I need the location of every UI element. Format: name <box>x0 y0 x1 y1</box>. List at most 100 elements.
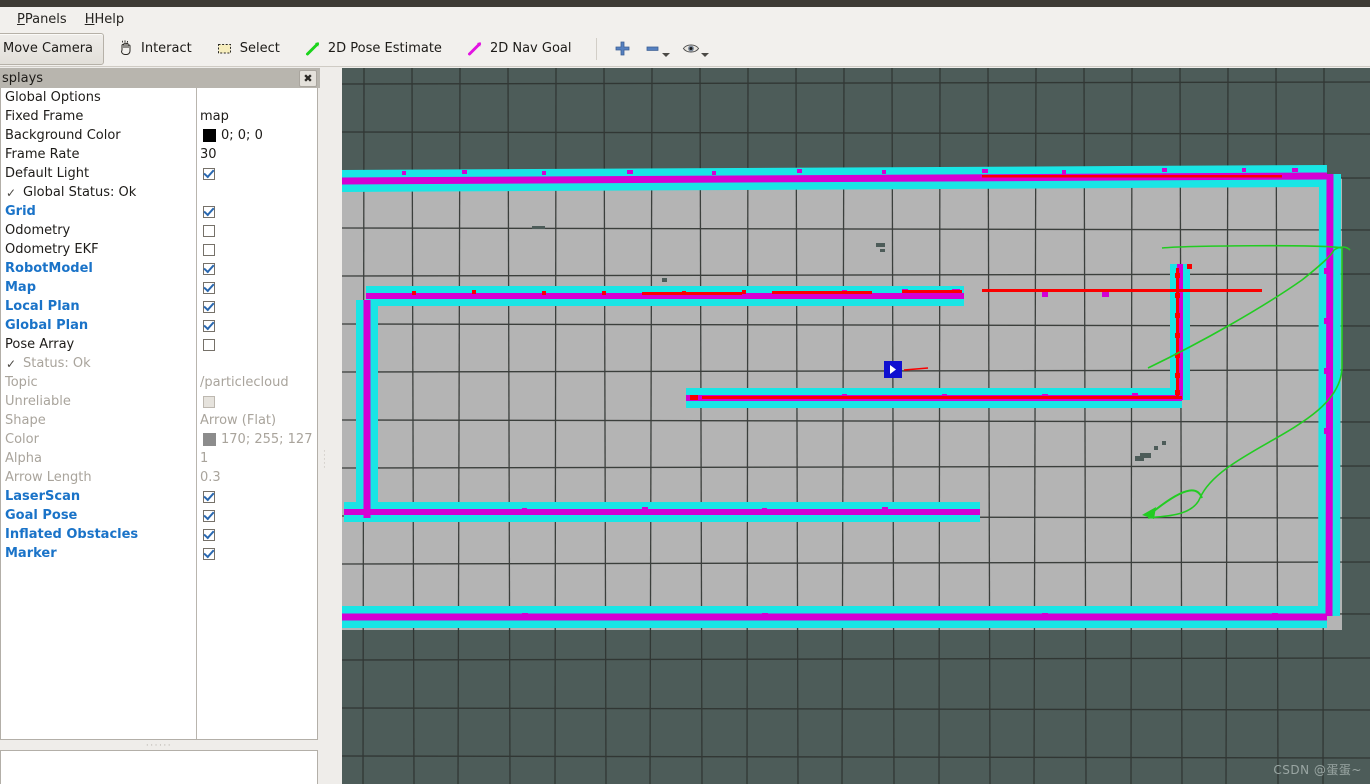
property-row[interactable]: Local Plan <box>1 297 317 316</box>
property-label-global-options: Global Options <box>1 88 197 107</box>
property-value-background-color[interactable]: 0; 0; 0 <box>198 126 317 145</box>
property-value-marker[interactable] <box>198 544 317 563</box>
panel-horizontal-splitter[interactable]: ······ <box>0 741 318 751</box>
property-row[interactable]: Pose Array <box>1 335 317 354</box>
property-row[interactable]: Odometry <box>1 221 317 240</box>
property-row[interactable]: RobotModel <box>1 259 317 278</box>
property-row[interactable]: Goal Pose <box>1 506 317 525</box>
property-label-inflated-obstacles: Inflated Obstacles <box>1 525 197 544</box>
property-value-grid[interactable] <box>198 202 317 221</box>
map-scene <box>342 68 1370 784</box>
enable-checkbox-goal-pose[interactable] <box>203 509 215 522</box>
property-value-pose-array[interactable] <box>198 335 317 354</box>
display-property-tree[interactable]: Global Options Fixed Frame map Background C… <box>0 88 318 740</box>
chevron-down-icon[interactable] <box>701 52 710 57</box>
menu-help-label: Help <box>94 11 125 27</box>
property-row[interactable]: Color 170; 255; 127 <box>1 430 317 449</box>
property-value-local-plan[interactable] <box>198 297 317 316</box>
enable-checkbox-map[interactable] <box>203 281 215 294</box>
property-value-map[interactable] <box>198 278 317 297</box>
property-value-default-light[interactable] <box>198 164 317 183</box>
property-row[interactable]: Fixed Frame map <box>1 107 317 126</box>
add-tool-button[interactable] <box>607 40 637 58</box>
property-value-pose-array-unreliable[interactable] <box>198 392 317 411</box>
property-row[interactable]: ✓ Global Status: Ok <box>1 183 317 202</box>
enable-checkbox-default-light[interactable] <box>203 167 215 180</box>
enable-checkbox-marker[interactable] <box>203 547 215 560</box>
property-value-pose-array-topic[interactable]: /particlecloud <box>198 373 317 392</box>
property-row[interactable]: Unreliable <box>1 392 317 411</box>
property-name-text: Map <box>5 280 37 295</box>
enable-checkbox-odometry[interactable] <box>203 224 215 237</box>
property-row[interactable]: ✓ Status: Ok <box>1 354 317 373</box>
property-row[interactable]: LaserScan <box>1 487 317 506</box>
tool-2d-nav-goal[interactable]: 2D Nav Goal <box>455 33 583 65</box>
property-value-odometry-ekf[interactable] <box>198 240 317 259</box>
property-row[interactable]: Global Options <box>1 88 317 107</box>
property-row[interactable]: Frame Rate 30 <box>1 145 317 164</box>
property-row[interactable]: Inflated Obstacles <box>1 525 317 544</box>
menu-panels-label: Panels <box>24 11 67 27</box>
tool-select[interactable]: Select <box>205 33 291 65</box>
property-value-inflated-obstacles[interactable] <box>198 525 317 544</box>
property-name-text: Topic <box>5 375 38 390</box>
status-ok-check-icon: ✓ <box>5 356 17 371</box>
property-value-odometry[interactable] <box>198 221 317 240</box>
enable-checkbox-laserscan[interactable] <box>203 490 215 503</box>
enable-checkbox-robotmodel[interactable] <box>203 262 215 275</box>
property-value-fixed-frame[interactable]: map <box>198 107 317 126</box>
property-value-frame-rate[interactable]: 30 <box>198 145 317 164</box>
tool-interact[interactable]: Interact <box>106 33 203 65</box>
chevron-down-icon[interactable] <box>662 52 671 57</box>
color-swatch-pose-array-color[interactable] <box>203 433 216 446</box>
enable-checkbox-grid[interactable] <box>203 205 215 218</box>
enable-checkbox-global-plan[interactable] <box>203 319 215 332</box>
window-title-bar <box>0 0 1370 7</box>
enable-checkbox-odometry-ekf[interactable] <box>203 243 215 256</box>
remove-tool-button[interactable] <box>637 40 676 58</box>
property-value-robotmodel[interactable] <box>198 259 317 278</box>
tool-2d-pose-estimate[interactable]: 2D Pose Estimate <box>293 33 453 65</box>
property-row[interactable]: Default Light <box>1 164 317 183</box>
focus-camera-button[interactable] <box>676 40 715 58</box>
property-value-pose-array-arrow-length[interactable]: 0.3 <box>198 468 317 487</box>
property-row[interactable]: Shape Arrow (Flat) <box>1 411 317 430</box>
property-row[interactable]: Odometry EKF <box>1 240 317 259</box>
color-swatch-background-color[interactable] <box>203 129 216 142</box>
property-value-pose-array-alpha[interactable]: 1 <box>198 449 317 468</box>
tool-select-label: Select <box>239 41 280 56</box>
property-row[interactable]: Arrow Length 0.3 <box>1 468 317 487</box>
property-value-laserscan[interactable] <box>198 487 317 506</box>
menu-panels[interactable]: PPanels <box>8 10 76 29</box>
property-label-robotmodel: RobotModel <box>1 259 197 278</box>
tool-move-camera[interactable]: Move Camera <box>0 32 105 65</box>
property-value-pose-array-color[interactable]: 170; 255; 127 <box>198 430 317 449</box>
eye-icon <box>682 40 700 58</box>
property-value-global-plan[interactable] <box>198 316 317 335</box>
property-row[interactable]: Alpha 1 <box>1 449 317 468</box>
menu-help[interactable]: HHelp <box>76 10 133 29</box>
property-row[interactable]: Grid <box>1 202 317 221</box>
enable-checkbox-pose-array[interactable] <box>203 338 215 351</box>
dock-vertical-splitter[interactable]: · · · · · <box>320 68 342 784</box>
property-column-splitter[interactable] <box>196 88 197 739</box>
property-row[interactable]: Background Color 0; 0; 0 <box>1 126 317 145</box>
property-row[interactable]: Global Plan <box>1 316 317 335</box>
enable-checkbox-local-plan[interactable] <box>203 300 215 313</box>
displays-panel-title: splays <box>2 70 44 86</box>
property-name-text: Color <box>5 432 39 447</box>
property-row[interactable]: Marker <box>1 544 317 563</box>
enable-checkbox-inflated-obstacles[interactable] <box>203 528 215 541</box>
property-value-pose-array-shape[interactable]: Arrow (Flat) <box>198 411 317 430</box>
property-value-text: map <box>200 109 229 124</box>
property-label-pose-array-shape: Shape <box>1 411 197 430</box>
property-name-text: Marker <box>5 546 57 561</box>
tool-move-camera-label: Move Camera <box>3 41 94 56</box>
property-value-global-status <box>198 183 317 202</box>
property-row[interactable]: Topic/particlecloud <box>1 373 317 392</box>
toolbar-separator <box>596 37 598 60</box>
property-row[interactable]: Map <box>1 278 317 297</box>
3d-render-view[interactable]: CSDN @蛋蛋~ <box>342 68 1370 784</box>
close-icon[interactable]: ✖ <box>299 70 317 87</box>
property-value-goal-pose[interactable] <box>198 506 317 525</box>
